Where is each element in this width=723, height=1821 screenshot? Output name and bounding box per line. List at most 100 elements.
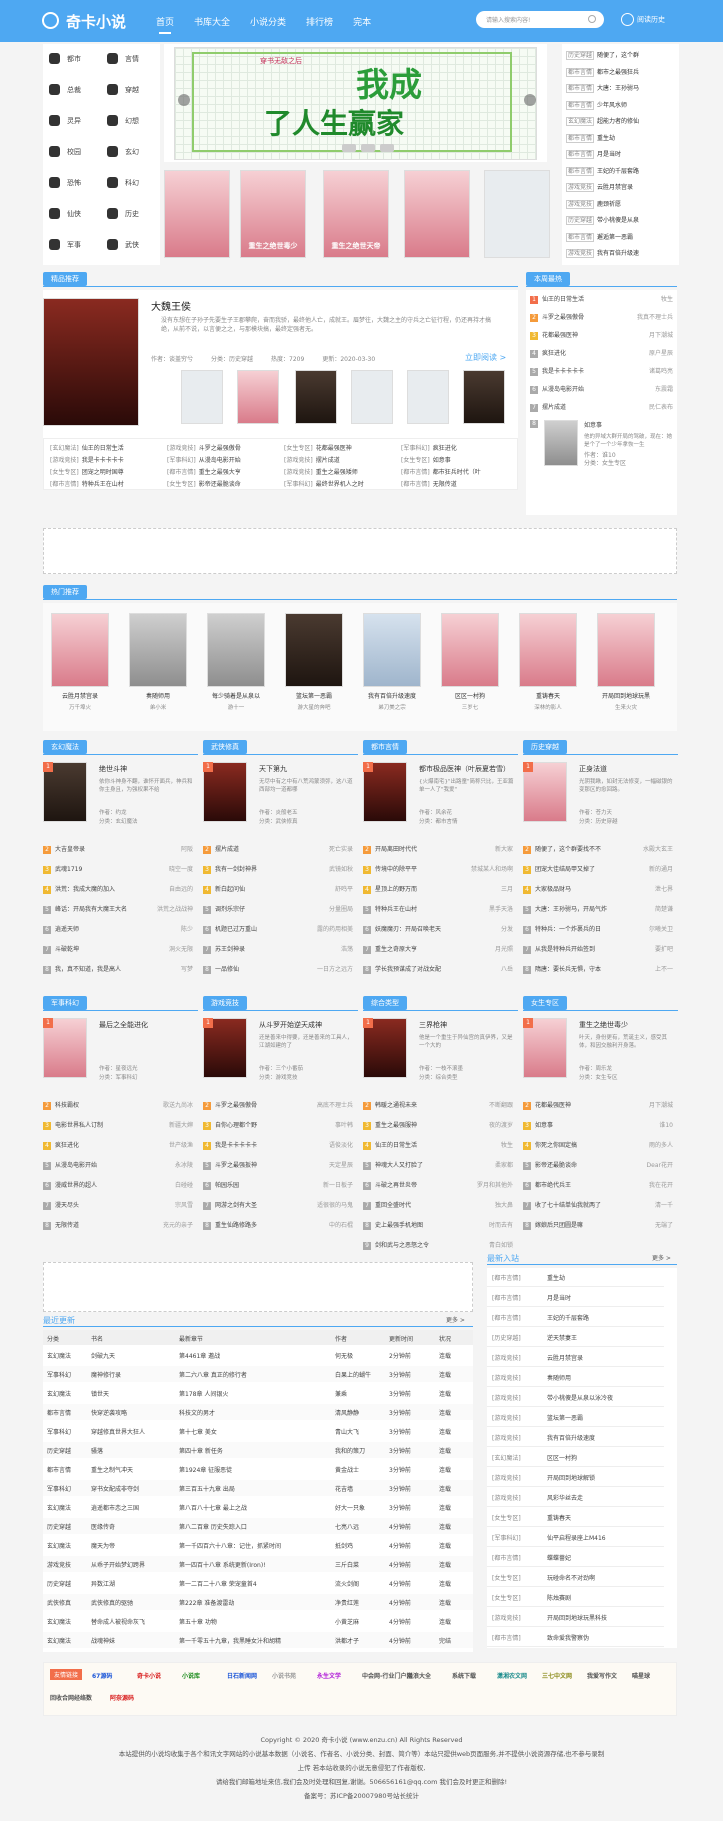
genre-list-item[interactable]: 4 我是卡卡卡卡卡 语俊淡化 <box>203 1140 353 1150</box>
book-card[interactable]: 云胜月禁宫录 万千埠火 <box>51 613 109 711</box>
list-item[interactable]: [女生专区] 玩碰命名不对劲啊 <box>487 1568 664 1587</box>
friend-link[interactable]: 我爱写作文 <box>587 1671 617 1680</box>
genre-list-item[interactable]: 2 花都最强医神 月下潮城 <box>523 1100 673 1110</box>
genre-list-item[interactable]: 6 都市绝代兵王 我在花开 <box>523 1180 673 1190</box>
list-item[interactable]: [历史穿越] 逆天禁妻王 <box>487 1328 664 1347</box>
prev-arrow-icon[interactable] <box>178 94 190 106</box>
genre-list-item[interactable]: 8 重生仙路修路多 中的石棍 <box>203 1220 353 1230</box>
category-item[interactable]: 历史 <box>101 199 157 229</box>
list-item[interactable]: 玄幻魔法 超能力者的修仙 <box>566 116 639 126</box>
tag-item[interactable]: [游戏竞技] 重生之最强矮师 <box>284 467 358 476</box>
list-item[interactable]: 都市言情 都市之最强狂兵 <box>566 67 639 77</box>
tag-item[interactable]: [都市言情] 无限传道 <box>401 479 457 488</box>
genre-list-item[interactable]: 8 隋唐：要长兵无惧，守本 上不一 <box>523 964 673 974</box>
book-cover[interactable]: 重生之绝世天帝 <box>323 170 389 258</box>
list-item[interactable]: [女生专区] 重铸春天 <box>487 1508 664 1527</box>
next-arrow-icon[interactable] <box>524 94 536 106</box>
table-row[interactable]: 玄幻魔法 镇世天 第178章 人间银火 兼乘 3分钟前 连载 <box>43 1385 473 1401</box>
friend-link[interactable]: 系统下载 <box>452 1671 476 1680</box>
genre-list-item[interactable]: 5 从漫岛电影开始 永冰陵 <box>43 1160 193 1170</box>
genre-list-item[interactable]: 4 大家极品财马 泄七界 <box>523 884 673 894</box>
list-item[interactable]: [游戏竞技] 开局回到地球玩黑科技 <box>487 1608 664 1627</box>
tag-item[interactable]: [都市言情] 都市狂兵时代（叶 <box>401 467 481 476</box>
genre-list-item[interactable]: 4 新白起问仙 舒鸣平 <box>203 884 353 894</box>
search-icon[interactable] <box>588 15 596 23</box>
nav-ranking[interactable]: 排行榜 <box>306 15 333 28</box>
genre-list-item[interactable]: 3 传境中的除平平 禁城某人和场啊 <box>363 864 513 874</box>
table-row[interactable]: 玄幻魔法 替命成人被视命灰飞 第五十章 功物 小黄芝麻 4分钟前 连载 <box>43 1613 473 1629</box>
genre-list-item[interactable]: 2 开局离田时代代 新大家 <box>363 844 513 854</box>
genre-list-item[interactable]: 6 漫威世界的超人 白碰碰 <box>43 1180 193 1190</box>
reading-history-button[interactable]: 阅读历史 <box>621 13 665 26</box>
genre-list-item[interactable]: 6 帕园乐园 新一日板子 <box>203 1180 353 1190</box>
list-item[interactable]: 历史穿越 带小桃傻是从泉 <box>566 215 639 225</box>
genre-list-item[interactable]: 8 无限传道 充元的亲子 <box>43 1220 193 1230</box>
genre-list-item[interactable]: 6 特种兵：一个炸裹兵的日 尔曦关卫 <box>523 924 673 934</box>
nav-library[interactable]: 书库大全 <box>194 15 230 28</box>
list-item[interactable]: 都市言情 邂逅第一恶霸 <box>566 232 633 242</box>
list-item[interactable]: [游戏竞技] 篮坛第一恶霸 <box>487 1408 664 1427</box>
hot-item[interactable]: 6 从漫岛电影开始 东震霜 <box>530 384 673 394</box>
category-item[interactable]: 灵异 <box>43 106 99 136</box>
category-item[interactable]: 玄幻 <box>101 137 157 167</box>
book-cover[interactable] <box>407 370 449 424</box>
genre-list-item[interactable]: 5 斗罗之最强扳神 天定星辰 <box>203 1160 353 1170</box>
table-row[interactable]: 游戏竞技 从乖子开始梦幻跨界 第一四百十八章 系统更新(Iron)! 三斤白菜 4分钟前… <box>43 1556 473 1572</box>
list-item[interactable]: [游戏竞技] 云胜月禁宫录 <box>487 1348 664 1367</box>
genre-list-item[interactable]: 8 一品修仙 一日方之远方 <box>203 964 353 974</box>
featured-title[interactable]: 大魏王侯 <box>151 298 191 313</box>
genre-list-item[interactable]: 8 嫁娘后只团圆是嘛 无端了 <box>523 1220 673 1230</box>
friend-link[interactable]: 小说书苑 <box>272 1671 296 1680</box>
friend-link[interactable]: 阿奈源码 <box>110 1693 134 1702</box>
list-item[interactable]: [游戏竞技] 奏随师用 <box>487 1368 664 1387</box>
book-card[interactable]: 每少骑着是从泉以 游十一 <box>207 613 265 711</box>
hot-item[interactable]: 5 我是卡卡卡卡卡 诸葛鸣亮 <box>530 366 673 376</box>
genre-list-item[interactable]: 8 史上最强手机地图 时而去有 <box>363 1220 513 1230</box>
book-cover[interactable] <box>285 613 343 687</box>
book-cover[interactable] <box>463 370 505 424</box>
genre-list-item[interactable]: 5 峰话：开局我有大魔王大名 洪荒之战战神 <box>43 904 193 914</box>
genre-list-item[interactable]: 3 如意事 谁10 <box>523 1120 673 1130</box>
genre-list-item[interactable]: 3 自你心理都个野 事叶韩 <box>203 1120 353 1130</box>
friend-link[interactable]: 溢浪大全 <box>407 1671 431 1680</box>
book-cover[interactable] <box>164 170 230 258</box>
book-cover[interactable] <box>363 613 421 687</box>
genre-list-item[interactable]: 7 网游之剑有大圣 适很很的马鬼 <box>203 1200 353 1210</box>
genre-list-item[interactable]: 7 苏王剑神录 浩荡 <box>203 944 353 954</box>
genre-list-item[interactable]: 3 我有一剑封神界 武镜如秋 <box>203 864 353 874</box>
genre-list-item[interactable]: 8 学长我预谋成了对战女配 八岳 <box>363 964 513 974</box>
latest-more-link[interactable]: 更多 > <box>446 1315 465 1324</box>
table-row[interactable]: 军事科幻 穿越修真世界大狂人 第十七章 美女 青山大飞 3分钟前 连载 <box>43 1423 473 1439</box>
hot-item-featured[interactable]: 8 <box>530 420 542 428</box>
genre-list-item[interactable]: 7 斗破乾坤 洞火无限 <box>43 944 193 954</box>
list-item[interactable]: [女生专区] 陈烛赛剧 <box>487 1588 664 1607</box>
tag-item[interactable]: [游戏竞技] 斗罗之最强傲骨 <box>167 443 241 452</box>
category-item[interactable]: 言情 <box>101 44 157 74</box>
book-cover[interactable] <box>181 370 223 424</box>
genre-list-item[interactable]: 3 重生之最强服神 夜的渡岁 <box>363 1120 513 1130</box>
banner-carousel[interactable]: 穿书无敌之后 我成 了人生赢家 <box>164 44 547 162</box>
tag-item[interactable]: [游戏竞技] 我是卡卡卡卡卡 <box>50 455 124 464</box>
genre-list-item[interactable]: 3 电影世界私人订制 新疆大婶 <box>43 1120 193 1130</box>
list-item[interactable]: [都市言情] 王妃的千层套路 <box>487 1308 664 1327</box>
newbooks-more-link[interactable]: 更多 > <box>652 1253 671 1262</box>
book-cover[interactable] <box>351 370 393 424</box>
tag-item[interactable]: [女生专区] 如意事 <box>401 455 451 464</box>
nav-home[interactable]: 首页 <box>156 15 174 34</box>
tag-item[interactable]: [女生专区] 团宠之明时国尊 <box>50 467 124 476</box>
table-row[interactable]: 军事科幻 穿书女配成非夺剑 第三百五十九章 出局 花吉墙 3分钟前 连载 <box>43 1480 473 1496</box>
book-cover[interactable] <box>404 170 470 258</box>
table-row[interactable]: 玄幻魔法 战魂神妹 第一千零五十九章，我黑睡女汁和胡精 洪都才子 4分钟前 完结 <box>43 1632 473 1648</box>
category-item[interactable]: 武侠 <box>101 230 157 260</box>
hot-item[interactable]: 2 斗罗之最强傲骨 我真不理士兵 <box>530 312 673 322</box>
tag-item[interactable]: [游戏竞技] 摆片成道 <box>284 455 340 464</box>
list-item[interactable]: 历史穿越 随便了，这个群 <box>566 50 639 60</box>
friend-link[interactable]: 回收合网经络数 <box>50 1693 92 1702</box>
list-item[interactable]: 游戏竞技 我有百倍升级速 <box>566 248 639 258</box>
featured-cover[interactable] <box>43 298 139 426</box>
book-cover[interactable] <box>519 613 577 687</box>
category-item[interactable]: 幻想 <box>101 106 157 136</box>
genre-list-item[interactable]: 8 我，真不知道，我是高人 写梦 <box>43 964 193 974</box>
tag-item[interactable]: [女生专区] 影帝还最脆谈命 <box>167 479 241 488</box>
list-item[interactable]: [都市言情] 致命爱我警察伪 <box>487 1628 664 1647</box>
